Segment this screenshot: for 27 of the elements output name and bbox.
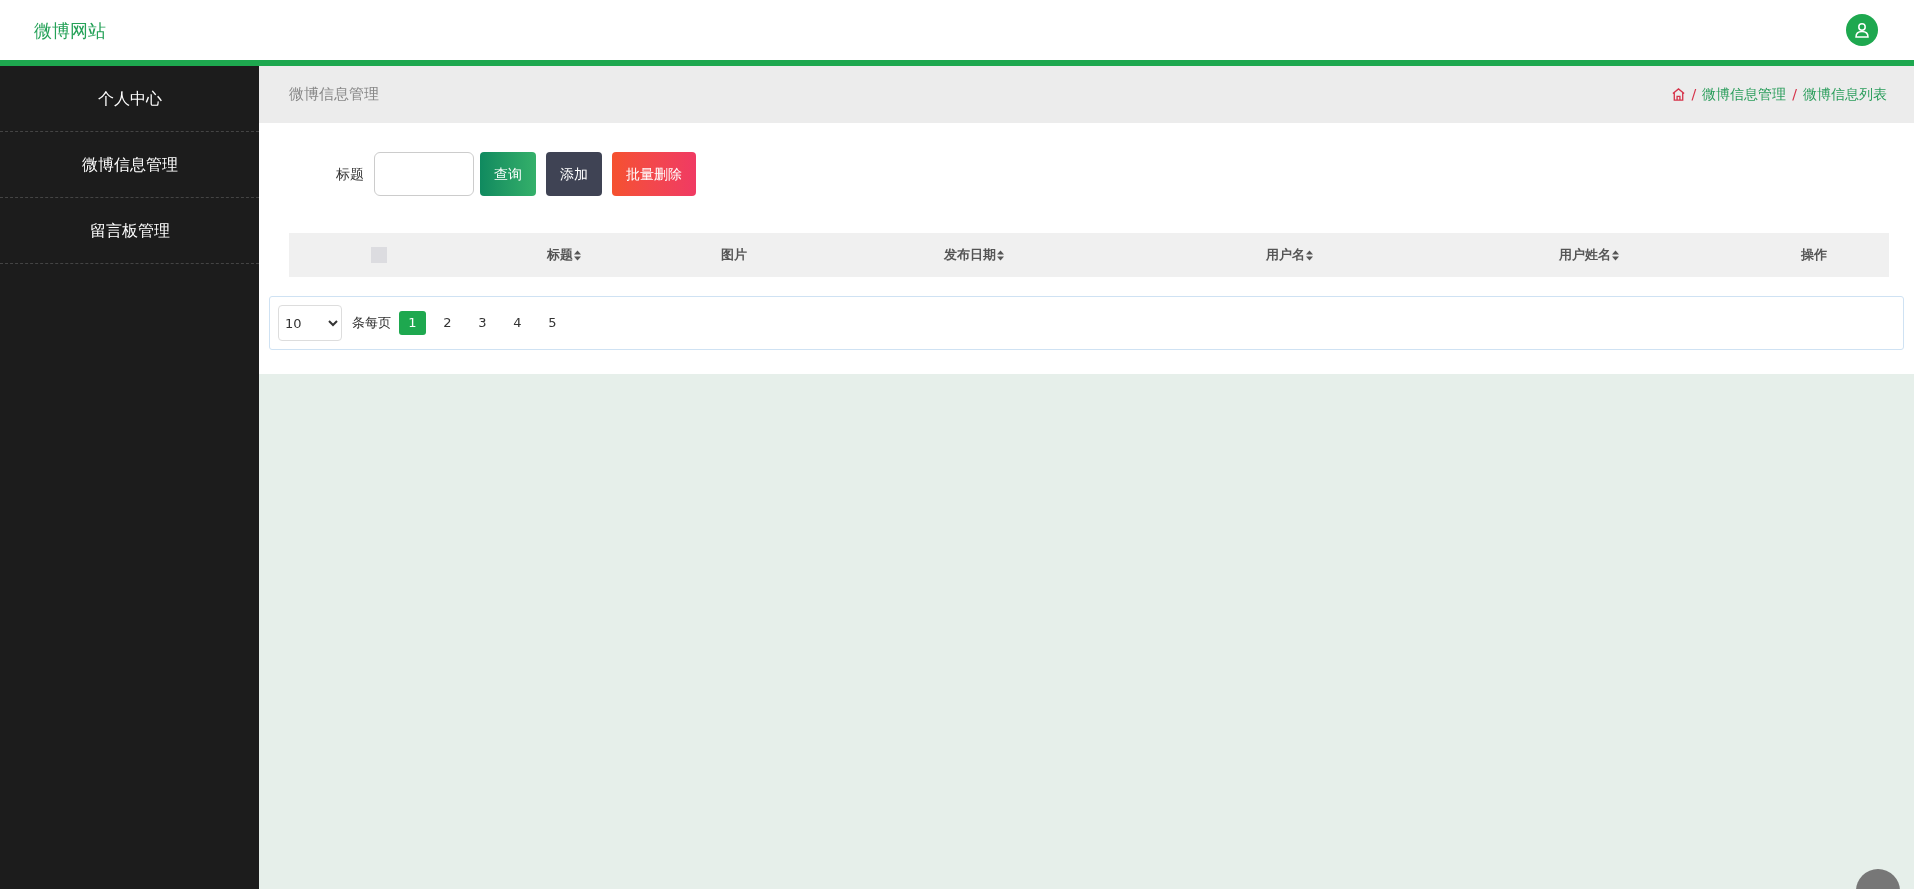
search-label: 标题 [336, 164, 364, 184]
sort-icon [997, 249, 1004, 261]
breadcrumb-separator: / [1691, 85, 1697, 104]
user-avatar-icon[interactable] [1846, 14, 1878, 46]
column-header[interactable]: 标题 [547, 245, 581, 265]
column-header: 图片 [721, 246, 747, 265]
home-icon[interactable] [1670, 87, 1686, 102]
column-header[interactable]: 用户名 [1265, 245, 1313, 265]
add-button[interactable]: 添加 [546, 152, 602, 196]
page-size-label: 条每页 [352, 314, 391, 333]
sort-icon [1305, 249, 1313, 261]
column-header[interactable]: 发布日期 [944, 245, 1004, 265]
search-button[interactable]: 查询 [480, 152, 536, 196]
sort-icon [1612, 249, 1619, 261]
batch-delete-button[interactable]: 批量删除 [612, 152, 696, 196]
column-header[interactable]: 用户姓名 [1559, 245, 1619, 265]
page-button[interactable]: 4 [504, 311, 531, 335]
page-title: 微博信息管理 [289, 84, 379, 106]
column-header: 操作 [1801, 246, 1827, 265]
page-button[interactable]: 2 [434, 311, 461, 335]
site-title: 微博网站 [34, 18, 106, 43]
title-input-field[interactable] [374, 152, 474, 196]
page-button[interactable]: 3 [469, 311, 496, 335]
page-size-select[interactable]: 10 [278, 305, 342, 341]
breadcrumb-separator: / [1792, 85, 1797, 104]
page-button[interactable]: 5 [539, 311, 566, 335]
sort-icon [574, 249, 581, 261]
